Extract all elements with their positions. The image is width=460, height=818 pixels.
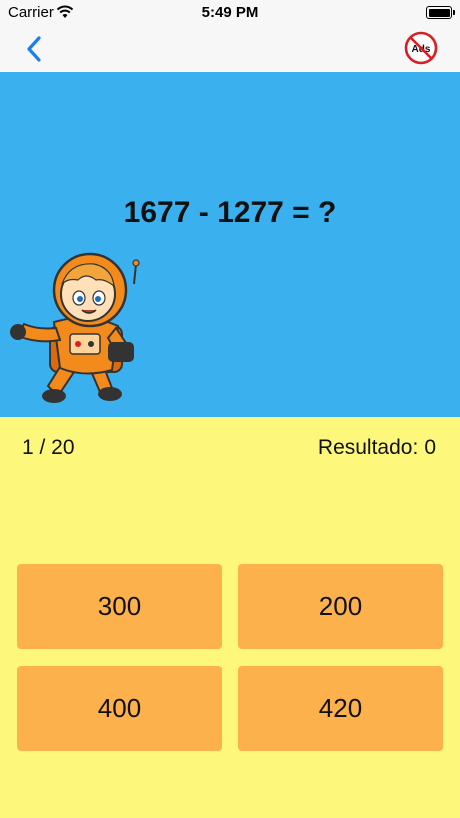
astronaut-illustration bbox=[10, 252, 140, 403]
chevron-left-icon bbox=[27, 36, 41, 62]
score: Resultado: 0 bbox=[318, 436, 436, 460]
question-progress: 1 / 20 bbox=[22, 436, 75, 459]
answer-button-3[interactable]: 400 bbox=[17, 666, 222, 751]
score-value: 0 bbox=[424, 436, 436, 459]
answer-button-2[interactable]: 200 bbox=[238, 564, 443, 649]
answer-button-4[interactable]: 420 bbox=[238, 666, 443, 751]
no-ads-icon: Ads bbox=[404, 31, 438, 65]
navigation-bar: Ads bbox=[0, 26, 460, 72]
back-button[interactable] bbox=[18, 32, 52, 66]
answer-button-1[interactable]: 300 bbox=[17, 564, 222, 649]
question-panel: 1677 - 1277 = ? bbox=[0, 72, 460, 417]
battery-icon bbox=[426, 6, 455, 19]
status-bar: Carrier 5:49 PM bbox=[0, 0, 460, 26]
question-text: 1677 - 1277 = ? bbox=[123, 196, 337, 229]
answer-label: 200 bbox=[318, 591, 363, 621]
answer-label: 400 bbox=[97, 693, 142, 723]
score-label: Resultado: bbox=[317, 436, 419, 459]
answer-label: 420 bbox=[318, 693, 363, 723]
remove-ads-button[interactable]: Ads bbox=[404, 31, 438, 65]
answer-label: 300 bbox=[97, 591, 142, 621]
status-time: 5:49 PM bbox=[201, 4, 259, 21]
